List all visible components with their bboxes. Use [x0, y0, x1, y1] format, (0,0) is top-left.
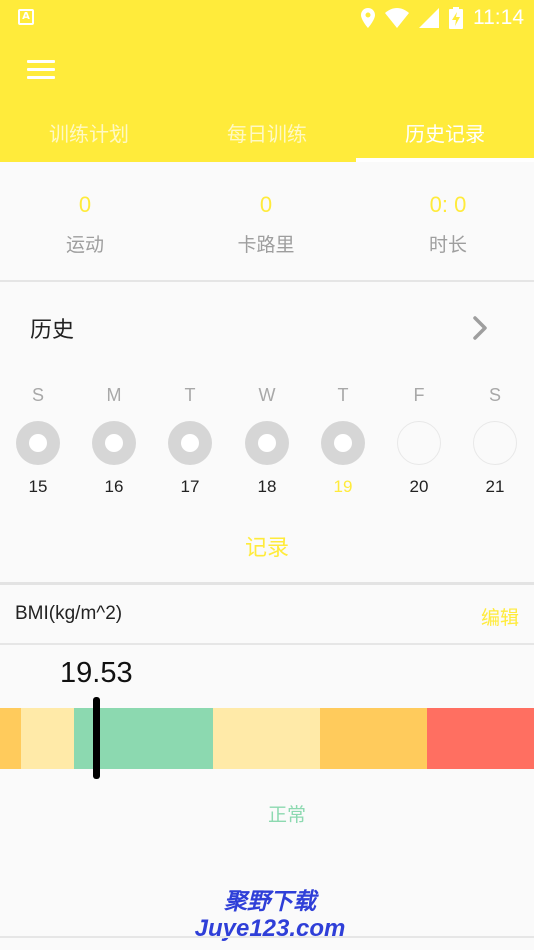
bmi-value: 19.53: [60, 657, 133, 689]
day-fri[interactable]: F 20: [389, 384, 449, 497]
bmi-divider: [0, 643, 534, 645]
stat-calories-label: 卡路里: [237, 234, 295, 256]
stat-calories: 0 卡路里: [186, 162, 346, 257]
stat-workouts-value: 0: [78, 192, 92, 217]
section-divider: [0, 582, 534, 585]
day-complete-indicator: [168, 421, 212, 465]
day-date: 15: [28, 477, 48, 496]
day-empty-indicator: [473, 421, 517, 465]
stat-workouts-label: 运动: [65, 234, 104, 256]
tab-training-plan[interactable]: 训练计划: [0, 106, 178, 162]
menu-icon[interactable]: [27, 60, 55, 80]
day-complete-indicator: [321, 421, 365, 465]
day-date-today: 19: [333, 477, 353, 496]
tab-history[interactable]: 历史记录: [356, 106, 534, 162]
bmi-segment-5: [320, 708, 427, 769]
day-letter: F: [413, 385, 425, 405]
status-bar: A 11:14: [0, 0, 534, 36]
stat-duration: 0: 0 时长: [368, 162, 528, 257]
day-complete-indicator: [92, 421, 136, 465]
day-date: 16: [104, 477, 124, 496]
day-letter: T: [184, 385, 196, 405]
chevron-right-icon[interactable]: [470, 314, 490, 342]
stat-calories-value: 0: [259, 192, 273, 217]
wifi-icon: [385, 8, 409, 28]
watermark: 聚野下载 Juye123.com: [180, 888, 360, 942]
bmi-marker: [93, 697, 100, 779]
history-title: 历史: [30, 318, 75, 343]
tab-bar: 训练计划 每日训练 历史记录: [0, 106, 534, 162]
location-icon: [361, 8, 375, 28]
day-date: 18: [257, 477, 277, 496]
day-date: 17: [180, 477, 200, 496]
bmi-segment-4: [213, 708, 320, 769]
app-bar: 训练计划 每日训练 历史记录: [0, 36, 534, 162]
watermark-line1: 聚野下载: [224, 889, 316, 915]
day-letter: W: [258, 385, 276, 405]
stats-summary: 0 运动 0 卡路里 0: 0 时长: [0, 162, 534, 282]
bmi-edit-button[interactable]: 编辑: [481, 603, 519, 630]
day-date: 20: [409, 477, 429, 496]
day-tue[interactable]: T 17: [160, 384, 220, 497]
day-sun[interactable]: S 15: [8, 384, 68, 497]
stat-duration-label: 时长: [428, 234, 467, 256]
day-letter: S: [488, 385, 501, 405]
day-mon[interactable]: M 16: [84, 384, 144, 497]
day-letter: M: [106, 385, 122, 405]
day-empty-indicator: [397, 421, 441, 465]
day-letter: S: [31, 385, 44, 405]
bmi-segment-1: [0, 708, 21, 769]
status-time: 11:14: [473, 6, 524, 29]
stat-duration-value: 0: 0: [429, 192, 467, 217]
bottom-divider: [0, 936, 534, 938]
day-letter: T: [337, 385, 349, 405]
bmi-label: BMI(kg/m^2): [15, 603, 123, 624]
day-sat[interactable]: S 21: [465, 384, 525, 497]
bmi-segment-6: [427, 708, 534, 769]
signal-icon: [419, 8, 439, 28]
bmi-scale-bar: [0, 708, 534, 769]
battery-icon: [449, 7, 463, 29]
day-wed[interactable]: W 18: [237, 384, 297, 497]
tab-daily-training[interactable]: 每日训练: [178, 106, 356, 162]
notification-a-icon: A: [18, 9, 34, 25]
day-date: 21: [485, 477, 505, 496]
day-complete-indicator: [245, 421, 289, 465]
status-icons: 11:14: [361, 5, 524, 31]
record-button[interactable]: 记录: [0, 530, 534, 562]
bmi-status: 正常: [267, 804, 306, 826]
stat-workouts: 0 运动: [5, 162, 165, 257]
day-complete-indicator: [16, 421, 60, 465]
bmi-segment-2: [21, 708, 74, 769]
day-thu[interactable]: T 19: [313, 384, 373, 497]
watermark-line2: Juye123.com: [194, 915, 346, 942]
